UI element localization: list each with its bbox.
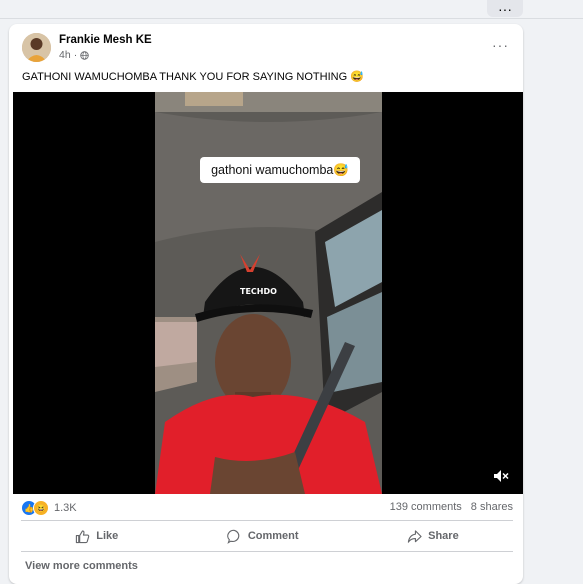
video-player[interactable]: TECHDO gathoni wamuchomba😅 xyxy=(13,92,523,494)
video-scene: TECHDO xyxy=(155,92,382,494)
reactions-summary[interactable]: 👍 😆 1.3K xyxy=(21,500,77,516)
comment-button[interactable]: Comment xyxy=(227,529,299,544)
video-overlay-text: gathoni wamuchomba😅 xyxy=(200,157,360,183)
author-name[interactable]: Frankie Mesh KE xyxy=(59,34,152,46)
video-frame: TECHDO xyxy=(155,92,382,494)
reaction-count: 1.3K xyxy=(54,502,77,514)
mute-icon[interactable] xyxy=(493,469,509,483)
shares-count[interactable]: 8 shares xyxy=(471,501,513,513)
post-caption: GATHONI WAMUCHOMBA THANK YOU FOR SAYING … xyxy=(22,71,364,83)
avatar-image xyxy=(22,33,51,62)
action-bar: Like Comment Share xyxy=(21,525,513,547)
share-icon xyxy=(407,529,422,543)
post-more-button[interactable]: ··· xyxy=(492,37,509,53)
post-meta: 4h · xyxy=(59,49,89,61)
cap-text: TECHDO xyxy=(240,287,277,296)
thumbs-up-icon xyxy=(76,529,90,543)
globe-icon xyxy=(80,50,89,60)
like-button[interactable]: Like xyxy=(75,529,118,544)
post-stats: 👍 😆 1.3K 139 comments 8 shares xyxy=(21,500,513,516)
share-label: Share xyxy=(428,530,459,542)
comment-label: Comment xyxy=(247,530,299,542)
like-label: Like xyxy=(96,530,119,542)
haha-icon: 😆 xyxy=(33,500,49,516)
stats-divider xyxy=(21,520,513,521)
view-more-comments[interactable]: View more comments xyxy=(25,560,138,572)
top-more-button[interactable]: ··· xyxy=(487,0,523,17)
post-time[interactable]: 4h xyxy=(59,49,71,61)
top-divider xyxy=(0,18,583,19)
post-card: Frankie Mesh KE 4h · ··· GATHONI WAMUCHO… xyxy=(9,24,523,584)
comment-icon xyxy=(227,529,240,544)
meta-dot: · xyxy=(73,49,78,61)
actions-divider xyxy=(21,551,513,552)
avatar[interactable] xyxy=(22,33,51,62)
comments-count[interactable]: 139 comments xyxy=(390,501,462,513)
share-button[interactable]: Share xyxy=(407,529,459,544)
stats-right: 139 comments 8 shares xyxy=(390,501,513,513)
